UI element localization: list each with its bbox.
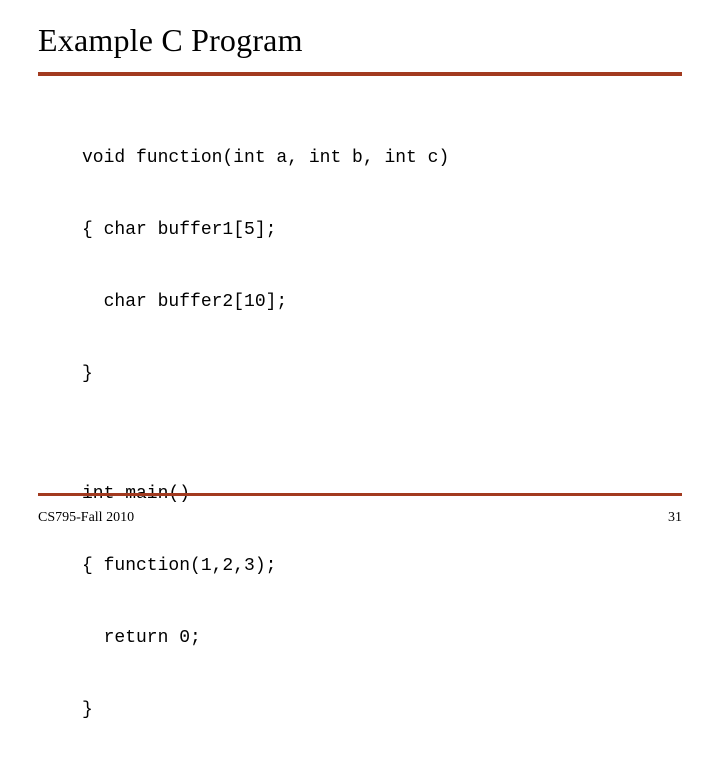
slide-number: 31 (668, 510, 682, 526)
slide: Example C Program void function(int a, i… (0, 0, 720, 540)
divider-top (38, 72, 682, 76)
code-line: } (82, 698, 449, 722)
code-line: void function(int a, int b, int c) (82, 146, 449, 170)
footer-course: CS795-Fall 2010 (38, 510, 134, 526)
code-line: return 0; (82, 626, 449, 650)
divider-bottom (38, 493, 682, 496)
slide-title: Example C Program (38, 22, 303, 59)
code-line: char buffer2[10]; (82, 290, 449, 314)
code-line: } (82, 362, 449, 386)
code-line: { function(1,2,3); (82, 554, 449, 578)
code-block: void function(int a, int b, int c) { cha… (82, 98, 449, 770)
code-line: { char buffer1[5]; (82, 218, 449, 242)
